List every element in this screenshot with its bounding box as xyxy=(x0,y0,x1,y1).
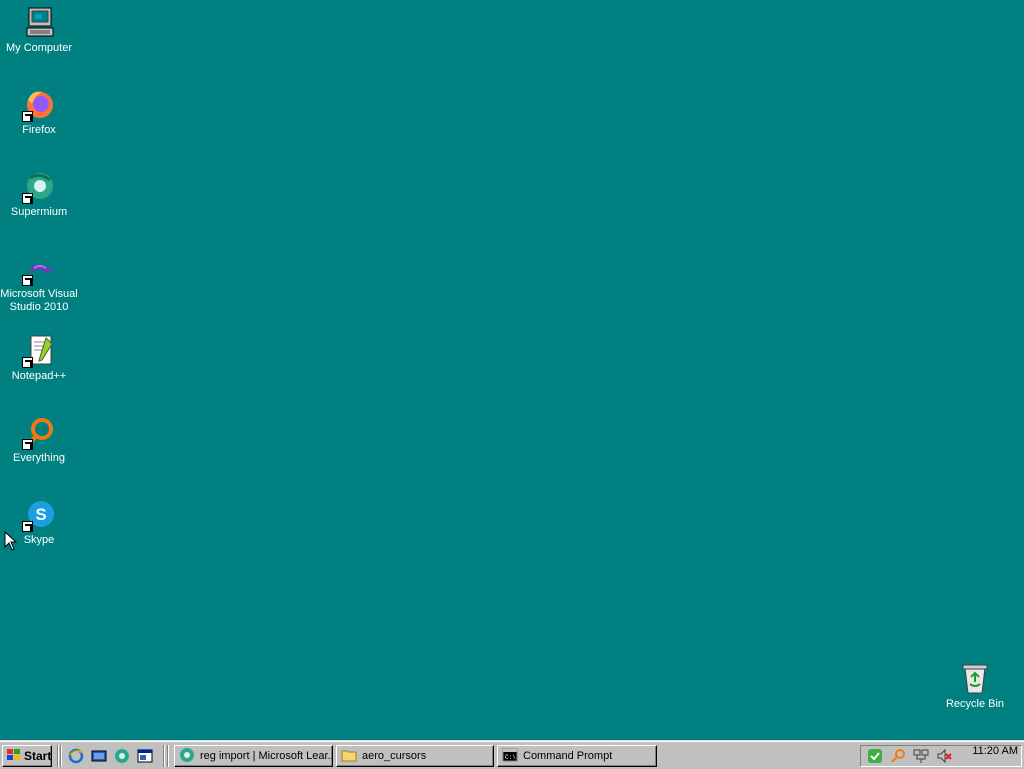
quicklaunch-explorer-icon[interactable] xyxy=(136,747,154,765)
svg-text:S: S xyxy=(35,505,46,524)
quicklaunch-supermium-icon[interactable] xyxy=(113,747,131,765)
supermium-icon xyxy=(179,747,195,766)
desktop-icon-firefox[interactable]: Firefox xyxy=(0,88,78,137)
desktop-icon-notepad-plus-plus[interactable]: Notepad++ xyxy=(0,334,78,383)
taskbar-separator xyxy=(60,745,62,767)
taskbar-button-label: Command Prompt xyxy=(523,750,613,762)
desktop-icon-visual-studio[interactable]: Microsoft Visual Studio 2010 xyxy=(0,252,78,314)
desktop: My Computer Firefox Supermium Microsoft … xyxy=(0,0,1024,740)
volume-muted-icon[interactable] xyxy=(935,747,953,765)
desktop-icon-label: Notepad++ xyxy=(11,370,67,382)
everything-search-icon[interactable] xyxy=(889,747,907,765)
taskbar-separator xyxy=(167,745,169,767)
desktop-icon-label: Everything xyxy=(13,452,65,464)
desktop-icon-my-computer[interactable]: My Computer xyxy=(0,6,78,55)
notepad-plus-plus-icon xyxy=(22,334,56,368)
start-button[interactable]: Start xyxy=(2,745,52,767)
network-icon[interactable] xyxy=(912,747,930,765)
shortcut-arrow-icon xyxy=(22,111,33,122)
desktop-icon-label: Microsoft Visual Studio 2010 xyxy=(0,288,78,313)
shortcut-arrow-icon xyxy=(22,275,33,286)
firefox-icon xyxy=(22,88,56,122)
start-label: Start xyxy=(24,749,52,763)
desktop-icon-label: Recycle Bin xyxy=(945,698,1005,710)
taskbar-clock[interactable]: 11:20 AM xyxy=(972,745,1018,757)
taskbar-separator xyxy=(57,745,59,767)
mouse-pointer-icon xyxy=(4,530,18,555)
cmd-icon: C:\ xyxy=(502,747,518,766)
shortcut-arrow-icon xyxy=(22,193,33,204)
desktop-icon-label: Supermium xyxy=(10,206,68,218)
desktop-icon-label: My Computer xyxy=(5,42,73,54)
taskbar-separator xyxy=(163,745,165,767)
desktop-icon-recycle-bin[interactable]: Recycle Bin xyxy=(936,662,1014,711)
desktop-icon-everything[interactable]: Everything xyxy=(0,416,78,465)
taskbar: Start reg import | Microsoft Lear... aer… xyxy=(0,740,1024,769)
shortcut-arrow-icon xyxy=(22,357,33,368)
taskbar-button-label: aero_cursors xyxy=(362,750,427,762)
svg-text:C:\: C:\ xyxy=(505,754,516,761)
everything-search-icon xyxy=(22,416,56,450)
taskbar-button-command-prompt[interactable]: C:\ Command Prompt xyxy=(497,745,657,767)
shortcut-arrow-icon xyxy=(22,439,33,450)
quicklaunch-internet-explorer-icon[interactable] xyxy=(67,747,85,765)
supermium-icon xyxy=(22,170,56,204)
security-check-icon[interactable] xyxy=(866,747,884,765)
taskbar-button-aero-cursors[interactable]: aero_cursors xyxy=(336,745,494,767)
desktop-icon-supermium[interactable]: Supermium xyxy=(0,170,78,219)
recycle-bin-icon xyxy=(958,662,992,696)
skype-icon: S xyxy=(22,498,56,532)
visual-studio-icon xyxy=(22,252,56,286)
folder-icon xyxy=(341,747,357,766)
taskbar-button-label: reg import | Microsoft Lear... xyxy=(200,750,333,762)
quicklaunch-show-desktop-icon[interactable] xyxy=(90,747,108,765)
computer-icon xyxy=(22,6,56,40)
windows-logo-icon xyxy=(6,748,22,765)
shortcut-arrow-icon xyxy=(22,521,33,532)
taskbar-button-reg-import[interactable]: reg import | Microsoft Lear... xyxy=(174,745,333,767)
desktop-icon-label: Firefox xyxy=(22,124,56,136)
